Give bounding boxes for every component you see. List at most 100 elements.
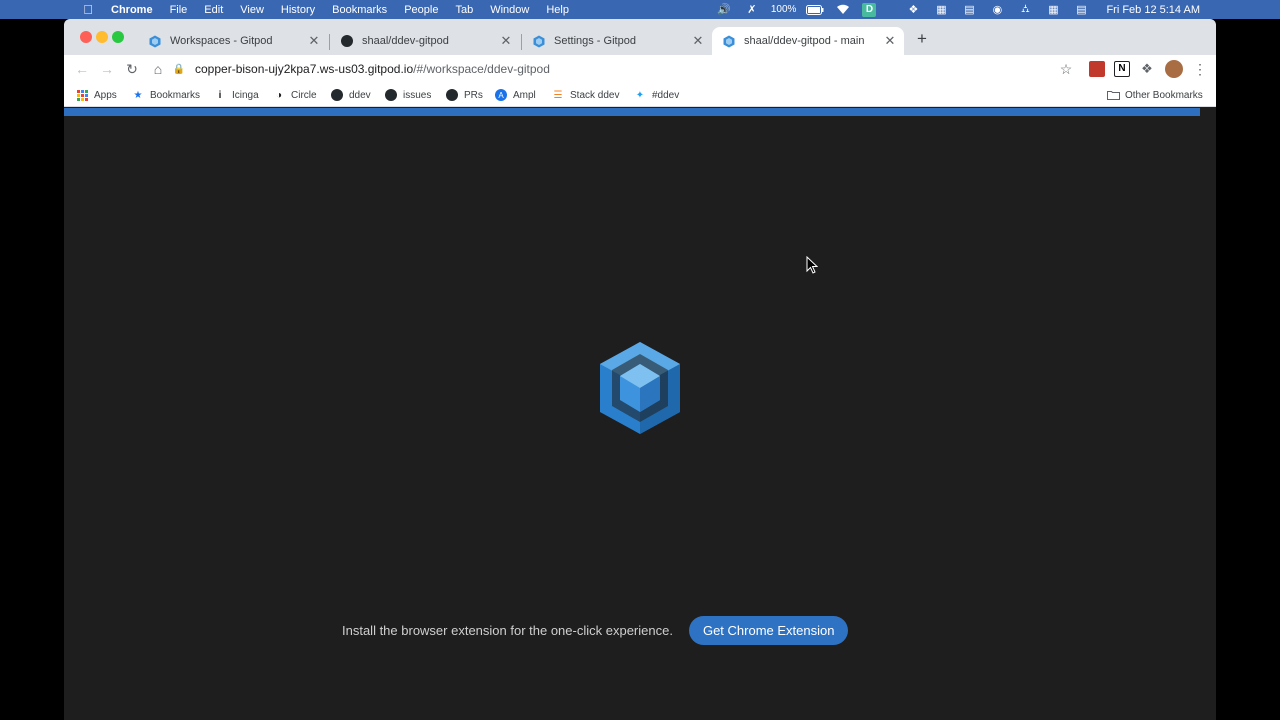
bookmark-bookmarks[interactable]: ★ Bookmarks bbox=[132, 86, 201, 104]
dropbox-icon[interactable]: ❖ bbox=[904, 3, 922, 16]
tab-title: Workspaces - Gitpod bbox=[170, 35, 273, 47]
tab-title: shaal/ddev-gitpod bbox=[362, 35, 449, 47]
close-icon[interactable]: ✕ bbox=[690, 33, 706, 49]
battery-percent: 100% bbox=[770, 4, 797, 15]
close-icon[interactable]: ✕ bbox=[306, 33, 322, 49]
bookmark-label: Apps bbox=[94, 89, 117, 101]
github-icon bbox=[385, 89, 397, 101]
install-extension-text: Install the browser extension for the on… bbox=[342, 622, 673, 638]
bookmark-star-icon[interactable]: ☆ bbox=[1056, 59, 1076, 79]
url-host: copper-bison-ujy2kpa7.ws-us03.gitpod.io bbox=[195, 62, 414, 76]
stackoverflow-icon: ☰ bbox=[553, 89, 563, 101]
menu-bookmarks[interactable]: Bookmarks bbox=[332, 4, 387, 16]
tab-title: shaal/ddev-gitpod - main bbox=[744, 35, 865, 47]
screen-record-icon[interactable]: ▦ bbox=[932, 3, 950, 16]
bookmark-label: issues bbox=[403, 89, 432, 101]
record-icon[interactable]: ◉ bbox=[988, 3, 1006, 16]
control-center-icon[interactable]: ▤ bbox=[1072, 3, 1090, 16]
docker-icon[interactable]: ⛼ bbox=[1016, 3, 1034, 16]
other-bookmarks-label: Other Bookmarks bbox=[1125, 89, 1203, 101]
get-chrome-extension-button[interactable]: Get Chrome Extension bbox=[688, 615, 849, 645]
minimize-window-button[interactable] bbox=[96, 31, 108, 43]
url-path: /#/workspace/ddev-gitpod bbox=[413, 62, 550, 76]
menu-people[interactable]: People bbox=[404, 4, 438, 16]
bookmark-ampl[interactable]: A Ampl bbox=[495, 86, 536, 104]
bookmark-apps[interactable]: Apps bbox=[76, 86, 117, 104]
menu-app-name[interactable]: Chrome bbox=[111, 4, 153, 16]
tab-settings-gitpod[interactable]: Settings - Gitpod ✕ bbox=[522, 27, 712, 55]
github-icon bbox=[340, 34, 354, 48]
bookmark-ddev-twitter[interactable]: ✦ #ddev bbox=[634, 86, 679, 104]
lock-icon[interactable]: 🔒 bbox=[172, 64, 186, 75]
bookmark-prs[interactable]: PRs bbox=[446, 86, 483, 104]
close-icon[interactable]: ✕ bbox=[882, 33, 898, 49]
grid-menu-icon[interactable]: ▦ bbox=[1044, 3, 1062, 16]
apps-grid-icon bbox=[76, 89, 88, 101]
forward-arrow-icon[interactable]: → bbox=[97, 59, 117, 79]
bookmark-label: Circle bbox=[291, 89, 317, 101]
browser-toolbar: ← → ↻ ⌂ 🔒 copper-bison-ujy2kpa7.ws-us03.… bbox=[64, 55, 1216, 83]
lastpass-extension-icon[interactable] bbox=[1089, 61, 1105, 77]
reload-icon[interactable]: ↻ bbox=[122, 59, 142, 79]
extension-prompt: Install the browser extension for the on… bbox=[342, 614, 849, 646]
tab-title: Settings - Gitpod bbox=[554, 35, 636, 47]
apple-menu-icon[interactable]:  bbox=[80, 2, 96, 17]
bluetooth-icon[interactable]: ✗ bbox=[743, 3, 761, 16]
bookmark-label: Icinga bbox=[232, 89, 259, 101]
twitter-icon: ✦ bbox=[635, 89, 645, 101]
tab-strip: Workspaces - Gitpod ✕ shaal/ddev-gitpod … bbox=[64, 19, 1216, 55]
folder-icon bbox=[1106, 89, 1120, 101]
gitpod-icon bbox=[722, 34, 736, 48]
gitpod-icon bbox=[532, 34, 546, 48]
more-menu-icon[interactable]: ⋮ bbox=[1192, 61, 1208, 77]
ddev-status-icon[interactable]: D bbox=[862, 2, 877, 17]
icinga-icon: i bbox=[218, 89, 222, 101]
loading-progress-bar bbox=[64, 108, 1200, 116]
menu-history[interactable]: History bbox=[281, 4, 315, 16]
tab-active-workspace[interactable]: shaal/ddev-gitpod - main ✕ bbox=[712, 27, 904, 55]
bookmark-label: Stack ddev bbox=[570, 89, 620, 101]
menu-window[interactable]: Window bbox=[490, 4, 529, 16]
address-bar[interactable]: 🔒 copper-bison-ujy2kpa7.ws-us03.gitpod.i… bbox=[172, 57, 1092, 81]
extensions-puzzle-icon[interactable]: ❖ bbox=[1139, 61, 1155, 77]
new-tab-button[interactable]: + bbox=[912, 29, 932, 49]
bookmark-label: PRs bbox=[464, 89, 483, 101]
tab-shaal-ddev-gitpod[interactable]: shaal/ddev-gitpod ✕ bbox=[330, 27, 520, 55]
menu-edit[interactable]: Edit bbox=[204, 4, 223, 16]
menu-tab[interactable]: Tab bbox=[455, 4, 473, 16]
bookmark-stack-ddev[interactable]: ☰ Stack ddev bbox=[552, 86, 620, 104]
macos-menu-bar:  Chrome File Edit View History Bookmark… bbox=[0, 0, 1280, 19]
mouse-cursor-icon bbox=[806, 256, 818, 274]
home-icon[interactable]: ⌂ bbox=[148, 59, 168, 79]
close-icon[interactable]: ✕ bbox=[498, 33, 514, 49]
volume-icon[interactable]: 🔊 bbox=[715, 3, 733, 16]
circleci-icon: ◑ bbox=[275, 89, 283, 101]
bookmark-label: Ampl bbox=[513, 89, 536, 101]
bookmark-label: Bookmarks bbox=[150, 89, 201, 101]
other-bookmarks-folder[interactable]: Other Bookmarks bbox=[1106, 86, 1203, 104]
gitpod-logo-icon bbox=[600, 342, 680, 434]
bookmark-label: ddev bbox=[349, 89, 371, 101]
bookmark-circle[interactable]: ◑ Circle bbox=[273, 86, 317, 104]
menu-help[interactable]: Help bbox=[546, 4, 569, 16]
bookmark-icinga[interactable]: i Icinga bbox=[214, 86, 259, 104]
bookmark-issues[interactable]: issues bbox=[385, 86, 431, 104]
battery-icon[interactable] bbox=[806, 3, 824, 16]
back-arrow-icon[interactable]: ← bbox=[72, 59, 92, 79]
maximize-window-button[interactable] bbox=[112, 31, 124, 43]
profile-avatar[interactable] bbox=[1165, 60, 1183, 78]
bookmark-label: #ddev bbox=[652, 89, 680, 101]
notion-extension-icon[interactable]: N bbox=[1114, 61, 1130, 77]
bookmark-ddev[interactable]: ddev bbox=[331, 86, 371, 104]
github-icon bbox=[331, 89, 343, 101]
tray-icon[interactable]: ▤ bbox=[960, 3, 978, 16]
tab-workspaces-gitpod[interactable]: Workspaces - Gitpod ✕ bbox=[138, 27, 328, 55]
menu-file[interactable]: File bbox=[170, 4, 188, 16]
menu-view[interactable]: View bbox=[240, 4, 264, 16]
wifi-icon[interactable] bbox=[834, 3, 852, 16]
page-content: Install the browser extension for the on… bbox=[64, 108, 1216, 720]
browser-window: Workspaces - Gitpod ✕ shaal/ddev-gitpod … bbox=[64, 19, 1216, 720]
menubar-clock[interactable]: Fri Feb 12 5:14 AM bbox=[1106, 4, 1200, 16]
close-window-button[interactable] bbox=[80, 31, 92, 43]
amplitude-icon: A bbox=[495, 89, 507, 101]
